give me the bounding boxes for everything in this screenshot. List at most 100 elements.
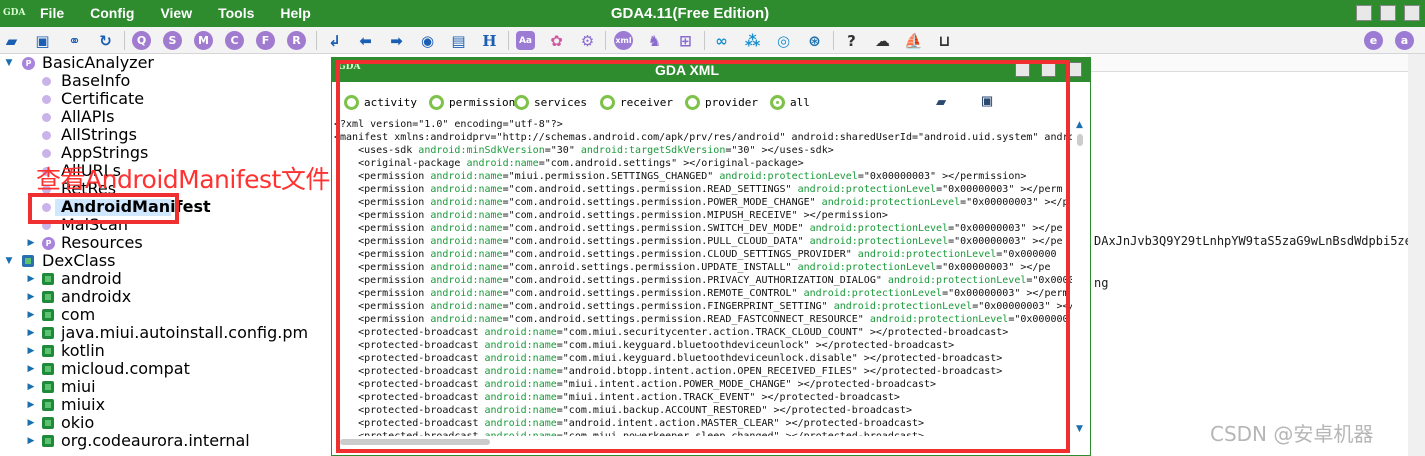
search-c-icon[interactable]: C [225,31,244,50]
cloud-icon[interactable]: ☁ [873,31,892,50]
expand-down-icon[interactable]: ▼ [4,252,14,270]
tree-item-label: com [61,305,96,324]
tree-item-label: AllAPIs [61,107,115,126]
node-dot-icon [42,131,51,140]
help-icon[interactable]: ? [842,31,861,50]
tree-item-label: java.miui.autoinstall.config.pm [61,323,309,342]
tree-item-label: AllStrings [61,125,137,144]
save-icon[interactable]: ▣ [33,31,52,50]
expand-right-icon[interactable]: ▶ [26,378,36,396]
analyzer-icon: P [22,57,35,70]
expand-right-icon[interactable]: ▶ [26,306,36,324]
node-dot-icon [42,113,51,122]
search-m-icon[interactable]: M [194,31,213,50]
search-r-icon[interactable]: R [287,31,306,50]
tree-item-label: DexClass [42,251,116,270]
tree-item-label: kotlin [61,341,105,360]
toolbar-separator [316,31,317,50]
package-icon [42,327,54,339]
scroll-up-icon[interactable]: ▲ [1076,120,1083,130]
annotation-text: 查看AndroidManifest文件 [36,165,330,194]
search-f-icon[interactable]: F [256,31,275,50]
package-icon [42,291,54,303]
h-icon[interactable]: H [480,31,499,50]
package-icon [42,309,54,321]
vertical-scrollbar[interactable]: ▲ ▼ [1072,118,1088,436]
analyzer-icon: P [42,237,55,250]
package-icon [42,363,54,375]
expand-right-icon[interactable]: ▶ [26,324,36,342]
app-title: GDA4.11(Free Edition) [610,5,770,22]
settings-icon[interactable]: ⚙ [578,31,597,50]
node-dot-icon [42,77,51,86]
expand-right-icon[interactable]: ▶ [26,396,36,414]
graph-icon[interactable]: ⁂ [743,31,762,50]
refresh-icon[interactable]: ↻ [96,31,115,50]
tree-item-label: android [61,269,122,288]
expand-right-icon[interactable]: ▶ [26,360,36,378]
scroll-thumb[interactable] [1077,134,1083,146]
fingerprint-icon[interactable]: ⊛ [805,31,824,50]
tree-item-label: Certificate [61,89,145,108]
goto-icon[interactable]: ↲ [325,31,344,50]
expand-right-icon[interactable]: ▶ [26,270,36,288]
expand-right-icon[interactable]: ▶ [26,414,36,432]
tree-item-label: micloud.compat [61,359,190,378]
toolbar: ▰ ▣ ⚭ ↻ Q S M C F R ↲ ⬅ ➡ ◉ ▤ H Aa ✿ ⚙ x… [0,27,1425,54]
tree-item-label: androidx [61,287,132,306]
search-q-icon[interactable]: Q [132,31,151,50]
tree-item-label: Resources [61,233,143,252]
annotation-box [336,60,1070,453]
link-icon[interactable]: ⚭ [65,31,84,50]
e-icon[interactable]: e [1364,31,1383,50]
right-panel-header [1086,54,1425,72]
report-icon[interactable]: ▤ [449,31,468,50]
tree-item-label: miuix [61,395,106,414]
boat-icon[interactable]: ⛵ [904,31,923,50]
infinity-icon[interactable]: ∞ [712,31,731,50]
expand-right-icon[interactable]: ▶ [26,288,36,306]
expand-down-icon[interactable]: ▼ [4,54,14,72]
target-icon[interactable]: ◎ [774,31,793,50]
close-button[interactable] [1404,5,1420,21]
expand-right-icon[interactable]: ▶ [26,432,36,450]
node-dot-icon [42,149,51,158]
title-bar: GDA File Config View Tools Help GDA4.11(… [0,0,1425,27]
annotation-box [28,193,179,224]
toolbar-separator [704,31,705,50]
forward-arrow-icon[interactable]: ➡ [387,31,406,50]
search-s-icon[interactable]: S [163,31,182,50]
open-folder-icon[interactable]: ▰ [2,31,21,50]
right-panel: DAxJnJvb3Q9Y29tLnhpYW9taS5zaG9wLnBsdWdpb… [1086,54,1425,456]
package-icon [42,381,54,393]
user-icon[interactable]: ◉ [418,31,437,50]
font-icon[interactable]: Aa [516,31,535,50]
watermark: CSDN @安卓机器 [1210,422,1374,446]
android-icon[interactable]: ♞ [645,31,664,50]
tree-item-label: BasicAnalyzer [42,53,154,72]
package-icon [42,273,54,285]
xml-icon[interactable]: xml [614,31,633,50]
toolbar-separator [124,31,125,50]
expand-right-icon[interactable]: ▶ [26,342,36,360]
nodes-icon[interactable]: ✿ [547,31,566,50]
expand-right-icon[interactable]: ▶ [26,234,36,252]
scroll-down-icon[interactable]: ▼ [1076,424,1083,434]
package-icon [42,435,54,447]
toolbar-separator [508,31,509,50]
back-arrow-icon[interactable]: ⬅ [356,31,375,50]
right-panel-scrollbar[interactable] [1408,54,1425,456]
toolbar-separator [833,31,834,50]
tree-item-label: BaseInfo [61,71,131,90]
tree-item-label: org.codeaurora.internal [61,431,250,450]
minimize-button[interactable] [1356,5,1372,21]
a-icon[interactable]: a [1395,31,1414,50]
maximize-button[interactable] [1380,5,1396,21]
package-icon [42,345,54,357]
package-icon [42,399,54,411]
node-dot-icon [42,95,51,104]
cart-icon[interactable]: ⊔ [935,31,954,50]
windows-icon[interactable]: ⊞ [676,31,695,50]
dex-class-icon [22,255,34,267]
right-panel-text: ng [1094,276,1109,290]
